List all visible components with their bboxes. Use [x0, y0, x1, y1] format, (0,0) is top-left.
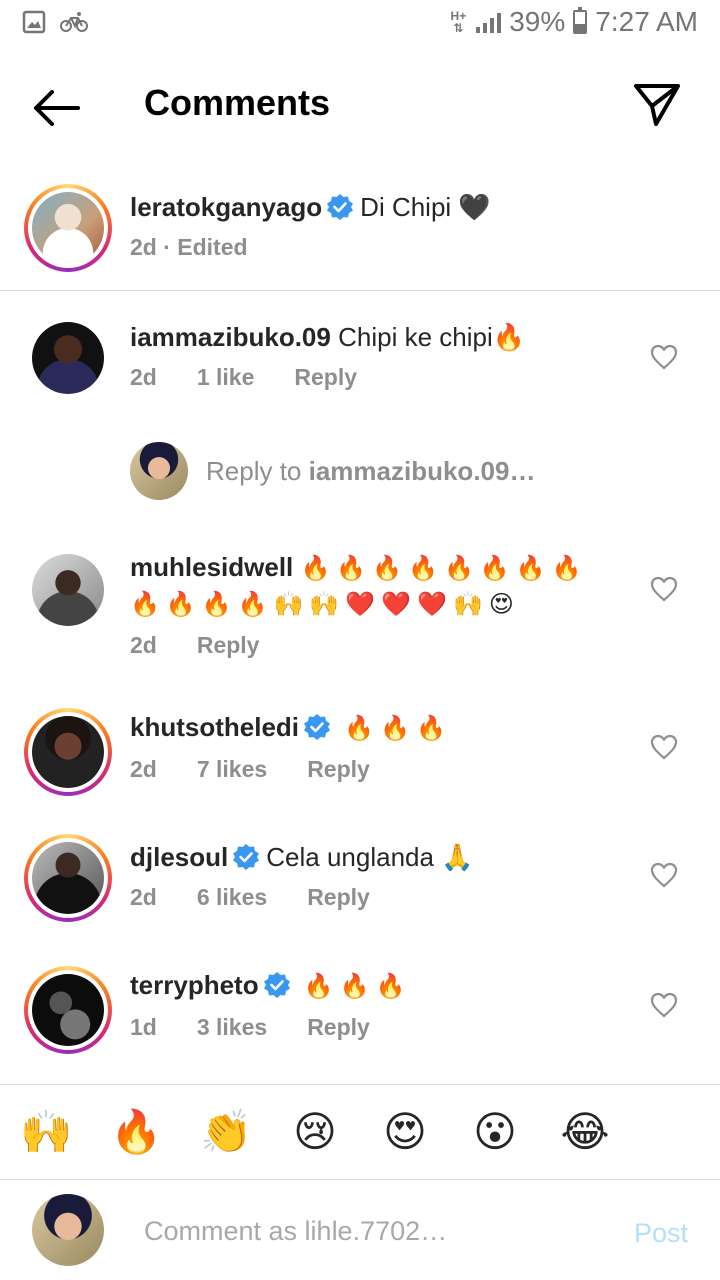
- status-bar: H+ ⇅ 39% 7:27 AM: [0, 0, 720, 50]
- heart-icon[interactable]: [650, 344, 678, 370]
- comment-username[interactable]: khutsotheledi: [130, 712, 299, 742]
- comment-likes[interactable]: 7 likes: [197, 756, 267, 783]
- avatar: [32, 1194, 104, 1266]
- comment-likes[interactable]: 6 likes: [197, 884, 267, 911]
- reply-button[interactable]: Reply: [307, 756, 370, 783]
- comment-item: terrypheto 🔥🔥🔥 1d 3 likes Reply: [0, 966, 720, 1066]
- emoji-clapping[interactable]: 👏: [200, 1107, 252, 1157]
- divider: [0, 290, 720, 291]
- reply-to-username: iammazibuko.09…: [308, 456, 536, 486]
- quick-emoji-bar: 🙌 🔥 👏 😢 😍 😮 😂: [0, 1084, 720, 1180]
- status-left: [22, 10, 88, 34]
- verified-badge-icon: [327, 194, 354, 220]
- share-button[interactable]: [632, 80, 682, 130]
- page-title: Comments: [144, 82, 331, 123]
- battery-icon: [573, 7, 588, 34]
- emoji-laughing[interactable]: 😂: [560, 1107, 610, 1157]
- emoji-crying[interactable]: 😢: [290, 1107, 340, 1157]
- comment-time: 2d: [130, 364, 157, 390]
- comment-item: khutsotheledi 🔥🔥🔥 2d 7 likes Reply: [0, 708, 720, 808]
- verified-badge-icon: [304, 714, 331, 740]
- cycling-notification-icon: [60, 12, 88, 32]
- comment-item: iammazibuko.09 Chipi ke chipi🔥 2d 1 like…: [0, 320, 720, 430]
- emoji-fire[interactable]: 🔥: [110, 1107, 162, 1157]
- comment-text: 🔥🔥🔥: [303, 973, 412, 1000]
- comment-time: 2d: [130, 756, 157, 782]
- avatar: [32, 974, 104, 1046]
- avatar-story-ring[interactable]: [24, 184, 112, 272]
- comment-username[interactable]: terrypheto: [130, 970, 259, 1000]
- gallery-notification-icon: [22, 10, 46, 34]
- comment-time: 1d: [130, 1014, 157, 1040]
- comment-time: 2d: [130, 884, 157, 910]
- verified-badge-icon: [233, 844, 260, 870]
- caption-meta: 2d · Edited: [130, 234, 248, 260]
- verified-badge-icon: [263, 972, 290, 998]
- comment-item: muhlesidwell 🔥🔥🔥🔥🔥🔥🔥🔥🔥🔥🔥🔥🙌🙌❤️❤️❤️🙌😍 2d R…: [0, 550, 720, 670]
- reply-button[interactable]: Reply: [307, 884, 370, 911]
- clock: 7:27 AM: [595, 6, 698, 37]
- heart-icon[interactable]: [650, 576, 678, 602]
- avatar-story-ring[interactable]: [24, 708, 112, 796]
- comment-text: Cela unglanda 🙏: [266, 842, 474, 872]
- post-caption: leratokganyago Di Chipi 🖤 2d · Edited: [0, 182, 720, 290]
- reply-to-prompt[interactable]: Reply to iammazibuko.09…: [130, 442, 630, 500]
- comment-text: Chipi ke chipi🔥: [338, 322, 526, 352]
- status-right: H+ ⇅ 39% 7:27 AM: [451, 6, 698, 38]
- emoji-raising-hands[interactable]: 🙌: [20, 1107, 72, 1157]
- reply-button[interactable]: Reply: [197, 632, 260, 659]
- comment-composer: Post: [0, 1180, 720, 1280]
- avatar-story-ring[interactable]: [24, 834, 112, 922]
- comment-username[interactable]: iammazibuko.09: [130, 322, 331, 352]
- avatar: [32, 192, 104, 264]
- comment-text: 🔥🔥🔥: [344, 715, 452, 742]
- avatar[interactable]: [32, 322, 104, 394]
- comment-likes[interactable]: 1 like: [197, 364, 255, 391]
- reply-to-prefix: Reply to: [206, 456, 309, 486]
- avatar: [32, 842, 104, 914]
- avatar-story-ring[interactable]: [24, 966, 112, 1054]
- emoji-heart-eyes[interactable]: 😍: [380, 1107, 430, 1157]
- comment-time: 2d: [130, 632, 157, 658]
- header: Comments: [0, 60, 720, 156]
- avatar[interactable]: [32, 554, 104, 626]
- comment-username[interactable]: djlesoul: [130, 842, 228, 872]
- back-button[interactable]: [30, 84, 82, 132]
- post-button[interactable]: Post: [634, 1218, 688, 1249]
- heart-icon[interactable]: [650, 734, 678, 760]
- paper-plane-icon: [634, 84, 680, 126]
- emoji-surprised[interactable]: 😮: [470, 1107, 520, 1157]
- network-type-icon: H+ ⇅: [450, 9, 467, 35]
- heart-icon[interactable]: [650, 862, 678, 888]
- comment-item: djlesoul Cela unglanda 🙏 2d 6 likes Reply: [0, 834, 720, 934]
- comment-likes[interactable]: 3 likes: [197, 1014, 267, 1041]
- comment-username[interactable]: muhlesidwell: [130, 552, 293, 582]
- reply-button[interactable]: Reply: [294, 364, 357, 391]
- caption-username[interactable]: leratokganyago: [130, 192, 322, 222]
- avatar: [32, 716, 104, 788]
- reply-to-text: Reply to iammazibuko.09…: [206, 456, 535, 487]
- reply-button[interactable]: Reply: [307, 1014, 370, 1041]
- caption-text: Di Chipi 🖤: [360, 192, 491, 222]
- signal-icon: [476, 11, 502, 33]
- avatar: [130, 442, 188, 500]
- heart-icon[interactable]: [650, 992, 678, 1018]
- comment-input[interactable]: [144, 1210, 584, 1252]
- arrow-left-icon: [34, 90, 80, 126]
- battery-percent: 39%: [509, 6, 566, 37]
